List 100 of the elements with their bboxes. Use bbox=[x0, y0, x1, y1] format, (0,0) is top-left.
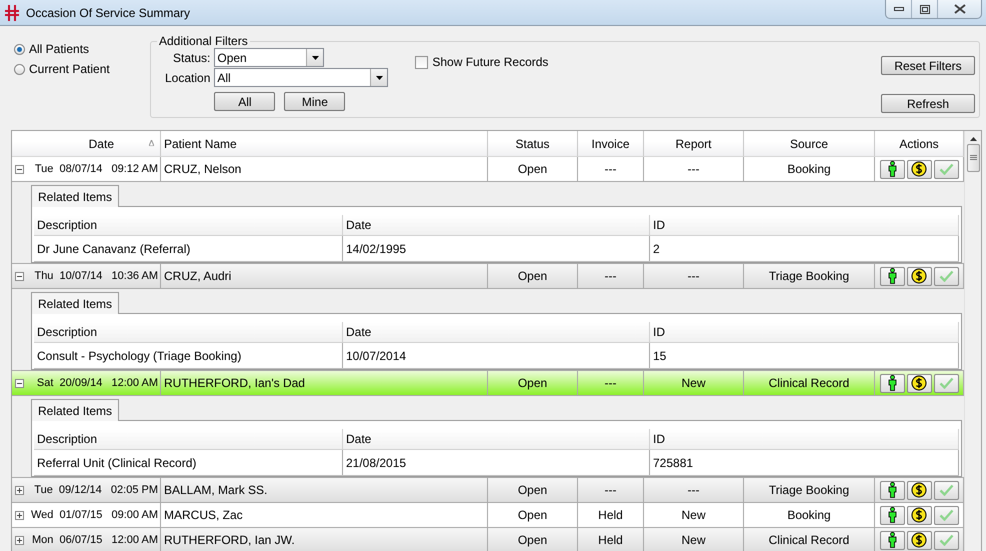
source-cell: Booking bbox=[744, 503, 875, 527]
scrollbar[interactable] bbox=[964, 131, 981, 551]
person-icon bbox=[888, 268, 896, 284]
toolbar-button[interactable]: Refresh bbox=[881, 94, 975, 113]
sort-icon bbox=[149, 140, 154, 146]
filter-button[interactable]: All bbox=[214, 92, 276, 111]
column-header[interactable]: ID bbox=[650, 322, 959, 342]
status-cell: Open bbox=[488, 478, 578, 502]
caret-icon bbox=[376, 76, 383, 80]
status-cell: Open bbox=[488, 528, 578, 551]
column-header[interactable]: Date bbox=[343, 322, 650, 342]
person-icon bbox=[888, 532, 896, 548]
column-header[interactable]: Invoice bbox=[591, 136, 630, 150]
field-label: Location bbox=[165, 70, 210, 84]
status-cell: Open bbox=[488, 264, 578, 288]
column-header[interactable]: Patient Name bbox=[164, 136, 237, 150]
check-icon bbox=[938, 377, 954, 389]
radio-button[interactable] bbox=[14, 44, 25, 54]
person-button[interactable] bbox=[880, 374, 904, 392]
source-cell: Triage Booking bbox=[744, 478, 875, 502]
person-button[interactable] bbox=[880, 480, 904, 500]
radio-label[interactable]: Current Patient bbox=[29, 62, 110, 76]
scroll-up-icon[interactable] bbox=[970, 137, 976, 141]
coin-button[interactable] bbox=[906, 160, 932, 178]
caret-icon bbox=[312, 56, 319, 60]
column-header[interactable]: ID bbox=[650, 429, 959, 449]
expand-icon[interactable] bbox=[15, 486, 24, 494]
column-header[interactable]: Date bbox=[343, 215, 650, 235]
coin-button[interactable] bbox=[906, 266, 932, 286]
invoice-cell: --- bbox=[578, 478, 644, 502]
status-dropdown[interactable]: Open bbox=[214, 48, 324, 67]
coin-icon bbox=[911, 268, 927, 284]
person-icon bbox=[888, 161, 896, 177]
check-icon bbox=[938, 534, 954, 546]
coin-button[interactable] bbox=[906, 374, 932, 392]
report-cell: New bbox=[644, 503, 744, 527]
radio-button[interactable] bbox=[14, 64, 25, 74]
person-button[interactable] bbox=[880, 160, 904, 178]
radio-label[interactable]: All Patients bbox=[29, 42, 90, 56]
coin-button[interactable] bbox=[906, 480, 932, 500]
column-header[interactable]: Actions bbox=[899, 136, 939, 150]
person-icon bbox=[888, 375, 896, 391]
expand-icon[interactable] bbox=[15, 536, 24, 544]
column-header[interactable]: Date bbox=[88, 136, 114, 150]
table-cell: 14/02/1995 bbox=[343, 236, 650, 261]
check-button[interactable] bbox=[934, 160, 958, 178]
check-button[interactable] bbox=[934, 530, 958, 550]
report-cell: --- bbox=[644, 264, 744, 288]
source-cell: Clinical Record bbox=[744, 371, 875, 395]
date-cell: Thu 10/07/14 10:36 AM bbox=[24, 264, 161, 288]
tab[interactable]: Related Items bbox=[31, 185, 120, 207]
minimize-icon bbox=[894, 7, 904, 11]
coin-icon bbox=[911, 507, 927, 523]
patient-cell: BALLAM, Mark SS. bbox=[161, 478, 488, 502]
person-button[interactable] bbox=[880, 530, 904, 550]
collapse-icon[interactable] bbox=[15, 378, 24, 388]
filter-button[interactable]: Mine bbox=[284, 92, 346, 111]
close-icon bbox=[954, 4, 966, 14]
table-row[interactable]: Mon 06/07/15 12:00 AM RUTHERFORD, Ian JW. Open Held New Clinical Record bbox=[12, 528, 964, 551]
coin-button[interactable] bbox=[906, 530, 932, 550]
status-cell: Open bbox=[488, 371, 578, 395]
table-row[interactable]: Tue 09/12/14 02:05 PM BALLAM, Mark SS. Open --- --- Triage Booking bbox=[12, 478, 964, 503]
location-dropdown[interactable]: All bbox=[214, 68, 388, 87]
date-cell: Mon 06/07/15 12:00 AM bbox=[24, 528, 161, 551]
collapse-icon[interactable] bbox=[15, 164, 24, 174]
person-button[interactable] bbox=[880, 266, 904, 286]
tab[interactable]: Related Items bbox=[31, 399, 120, 421]
coin-icon bbox=[911, 375, 927, 391]
column-header[interactable]: Report bbox=[675, 136, 712, 150]
column-header[interactable]: Date bbox=[343, 429, 650, 449]
column-header[interactable]: ID bbox=[650, 215, 959, 235]
column-header[interactable]: Source bbox=[790, 136, 828, 150]
scroll-thumb[interactable] bbox=[966, 144, 980, 172]
collapse-icon[interactable] bbox=[15, 272, 24, 280]
checkbox-label[interactable]: Show Future Records bbox=[432, 55, 548, 69]
table-row[interactable]: Sat 20/09/14 12:00 AM RUTHERFORD, Ian's Dad Open --- New Clinical Record bbox=[12, 371, 964, 396]
status-cell: Open bbox=[488, 503, 578, 527]
date-cell: Sat 20/09/14 12:00 AM bbox=[24, 371, 161, 395]
column-header[interactable]: Description bbox=[34, 215, 343, 235]
expand-icon[interactable] bbox=[15, 510, 24, 520]
invoice-cell: --- bbox=[578, 157, 644, 181]
tab[interactable]: Related Items bbox=[31, 292, 120, 314]
report-cell: New bbox=[644, 528, 744, 551]
check-button[interactable] bbox=[934, 480, 958, 500]
check-button[interactable] bbox=[934, 506, 958, 524]
check-button[interactable] bbox=[934, 266, 958, 286]
column-header[interactable]: Status bbox=[515, 136, 550, 150]
table-row[interactable]: Thu 10/07/14 10:36 AM CRUZ, Audri Open --- --- Triage Booking bbox=[12, 264, 964, 289]
column-header[interactable]: Description bbox=[34, 322, 343, 342]
person-icon bbox=[888, 507, 896, 523]
check-icon bbox=[938, 509, 954, 521]
coin-button[interactable] bbox=[906, 506, 932, 524]
source-cell: Clinical Record bbox=[744, 528, 875, 551]
toolbar-button[interactable]: Reset Filters bbox=[881, 56, 975, 75]
column-header[interactable]: Description bbox=[34, 429, 343, 449]
check-button[interactable] bbox=[934, 374, 958, 392]
table-cell: 2 bbox=[650, 236, 959, 261]
checkbox[interactable] bbox=[415, 56, 428, 68]
patient-cell: CRUZ, Audri bbox=[161, 264, 488, 288]
person-button[interactable] bbox=[880, 506, 904, 524]
